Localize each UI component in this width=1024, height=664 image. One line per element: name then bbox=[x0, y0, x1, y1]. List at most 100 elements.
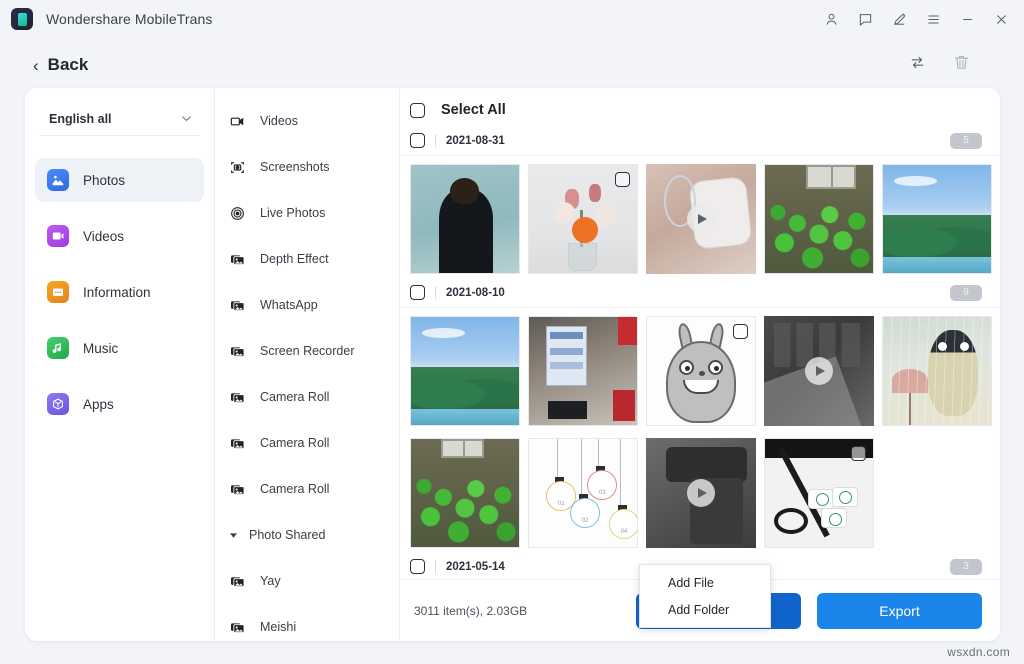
photo-thumbnail[interactable] bbox=[764, 438, 874, 548]
title-bar: Wondershare MobileTrans bbox=[0, 0, 1024, 38]
close-button[interactable] bbox=[984, 3, 1018, 35]
video-thumbnail[interactable] bbox=[646, 164, 756, 274]
photo-thumbnail[interactable]: 01 02 03 04 bbox=[528, 438, 638, 548]
sidebar: English all Photos Videos bbox=[25, 88, 215, 641]
menu-item-add-file[interactable]: Add File bbox=[640, 569, 770, 596]
date-group-checkbox[interactable] bbox=[410, 133, 425, 148]
date-label: 2021-08-10 bbox=[446, 287, 505, 299]
language-value: English all bbox=[49, 112, 112, 126]
sidebar-item-information[interactable]: Information bbox=[35, 270, 204, 314]
album-item-camera-roll-3[interactable]: Camera Roll bbox=[215, 466, 399, 512]
video-thumbnail[interactable] bbox=[764, 316, 874, 426]
photo-checkbox[interactable] bbox=[733, 324, 748, 339]
app-logo-icon bbox=[11, 8, 33, 30]
sidebar-item-photos[interactable]: Photos bbox=[35, 158, 204, 202]
photo-thumbnail[interactable] bbox=[410, 438, 520, 548]
photo-thumbnail[interactable] bbox=[882, 316, 992, 426]
photo-stack-icon bbox=[227, 433, 247, 453]
album-label: Videos bbox=[260, 114, 298, 128]
photo-thumbnail[interactable] bbox=[882, 164, 992, 274]
sidebar-item-videos[interactable]: Videos bbox=[35, 214, 204, 258]
album-item-camera-roll-1[interactable]: Camera Roll bbox=[215, 374, 399, 420]
sidebar-nav: Photos Videos Information bbox=[25, 158, 214, 438]
album-group-photo-shared[interactable]: Photo Shared bbox=[215, 512, 399, 558]
sidebar-label: Music bbox=[83, 341, 118, 356]
album-label: Screenshots bbox=[260, 160, 329, 174]
date-label: 2021-08-31 bbox=[446, 135, 505, 147]
album-item-camera-roll-2[interactable]: Camera Roll bbox=[215, 420, 399, 466]
sidebar-item-music[interactable]: Music bbox=[35, 326, 204, 370]
album-item-screen-recorder[interactable]: Screen Recorder bbox=[215, 328, 399, 374]
divider bbox=[435, 560, 436, 573]
window-controls bbox=[814, 3, 1024, 35]
album-item-whatsapp[interactable]: WhatsApp bbox=[215, 282, 399, 328]
photos-icon bbox=[47, 169, 69, 191]
count-badge: 9 bbox=[950, 285, 982, 301]
photo-stack-icon bbox=[227, 295, 247, 315]
minimize-button[interactable] bbox=[950, 3, 984, 35]
export-button[interactable]: Export bbox=[817, 593, 982, 629]
album-label: Camera Roll bbox=[260, 436, 329, 450]
sidebar-item-apps[interactable]: Apps bbox=[35, 382, 204, 426]
menu-item-add-folder[interactable]: Add Folder bbox=[640, 596, 770, 623]
app-title: Wondershare MobileTrans bbox=[46, 11, 213, 27]
album-list: Videos Screenshots Live Photos Depth Eff… bbox=[215, 88, 400, 641]
select-all-row[interactable]: Select All bbox=[400, 94, 1000, 126]
thumbnail-row bbox=[400, 308, 1000, 430]
photo-stack-icon bbox=[227, 341, 247, 361]
album-item-meishi[interactable]: Meishi bbox=[215, 604, 399, 641]
date-group-header[interactable]: 2021-08-31 5 bbox=[400, 126, 1000, 156]
select-all-checkbox[interactable] bbox=[410, 103, 425, 118]
back-button[interactable]: ‹ Back bbox=[33, 55, 88, 75]
album-label: Camera Roll bbox=[260, 482, 329, 496]
photo-stack-icon bbox=[227, 387, 247, 407]
album-item-videos[interactable]: Videos bbox=[215, 98, 399, 144]
photo-grid-scroll[interactable]: Select All 2021-08-31 5 bbox=[400, 88, 1000, 579]
photo-thumbnail[interactable] bbox=[646, 316, 756, 426]
album-item-yay[interactable]: Yay bbox=[215, 558, 399, 604]
photo-thumbnail[interactable] bbox=[410, 164, 520, 274]
album-item-screenshots[interactable]: Screenshots bbox=[215, 144, 399, 190]
apps-icon bbox=[47, 393, 69, 415]
album-label: Meishi bbox=[260, 620, 296, 634]
account-icon[interactable] bbox=[814, 3, 848, 35]
photo-stack-icon bbox=[227, 249, 247, 269]
delete-icon[interactable] bbox=[952, 53, 971, 77]
information-icon bbox=[47, 281, 69, 303]
play-icon[interactable] bbox=[687, 205, 715, 233]
context-menu[interactable]: Add File Add Folder bbox=[639, 564, 771, 628]
page-header: ‹ Back bbox=[0, 40, 1024, 90]
sidebar-label: Apps bbox=[83, 397, 114, 412]
date-group-checkbox[interactable] bbox=[410, 559, 425, 574]
screenshot-icon bbox=[227, 157, 247, 177]
photo-thumbnail[interactable] bbox=[764, 164, 874, 274]
play-icon[interactable] bbox=[805, 357, 833, 385]
album-item-depth-effect[interactable]: Depth Effect bbox=[215, 236, 399, 282]
menu-icon[interactable] bbox=[916, 3, 950, 35]
transfer-swap-icon[interactable] bbox=[908, 53, 927, 77]
photo-checkbox[interactable] bbox=[615, 172, 630, 187]
album-group-label: Photo Shared bbox=[249, 528, 325, 542]
date-group-checkbox[interactable] bbox=[410, 285, 425, 300]
select-all-label: Select All bbox=[441, 102, 506, 118]
photo-checkbox[interactable] bbox=[851, 446, 866, 461]
feedback-icon[interactable] bbox=[848, 3, 882, 35]
video-thumbnail[interactable] bbox=[646, 438, 756, 548]
play-icon[interactable] bbox=[687, 479, 715, 507]
language-select[interactable]: English all bbox=[39, 102, 200, 136]
chevron-down-icon bbox=[181, 113, 192, 125]
videos-icon bbox=[47, 225, 69, 247]
divider bbox=[435, 286, 436, 299]
sidebar-label: Photos bbox=[83, 173, 125, 188]
album-label: WhatsApp bbox=[260, 298, 318, 312]
photo-thumbnail[interactable] bbox=[528, 316, 638, 426]
photo-stack-icon bbox=[227, 571, 247, 591]
edit-icon[interactable] bbox=[882, 3, 916, 35]
date-group-header[interactable]: 2021-08-10 9 bbox=[400, 278, 1000, 308]
album-item-live-photos[interactable]: Live Photos bbox=[215, 190, 399, 236]
header-toolbar bbox=[908, 53, 1024, 77]
main-card: English all Photos Videos bbox=[25, 88, 1000, 641]
photo-thumbnail[interactable] bbox=[410, 316, 520, 426]
count-badge: 3 bbox=[950, 559, 982, 575]
photo-thumbnail[interactable] bbox=[528, 164, 638, 274]
